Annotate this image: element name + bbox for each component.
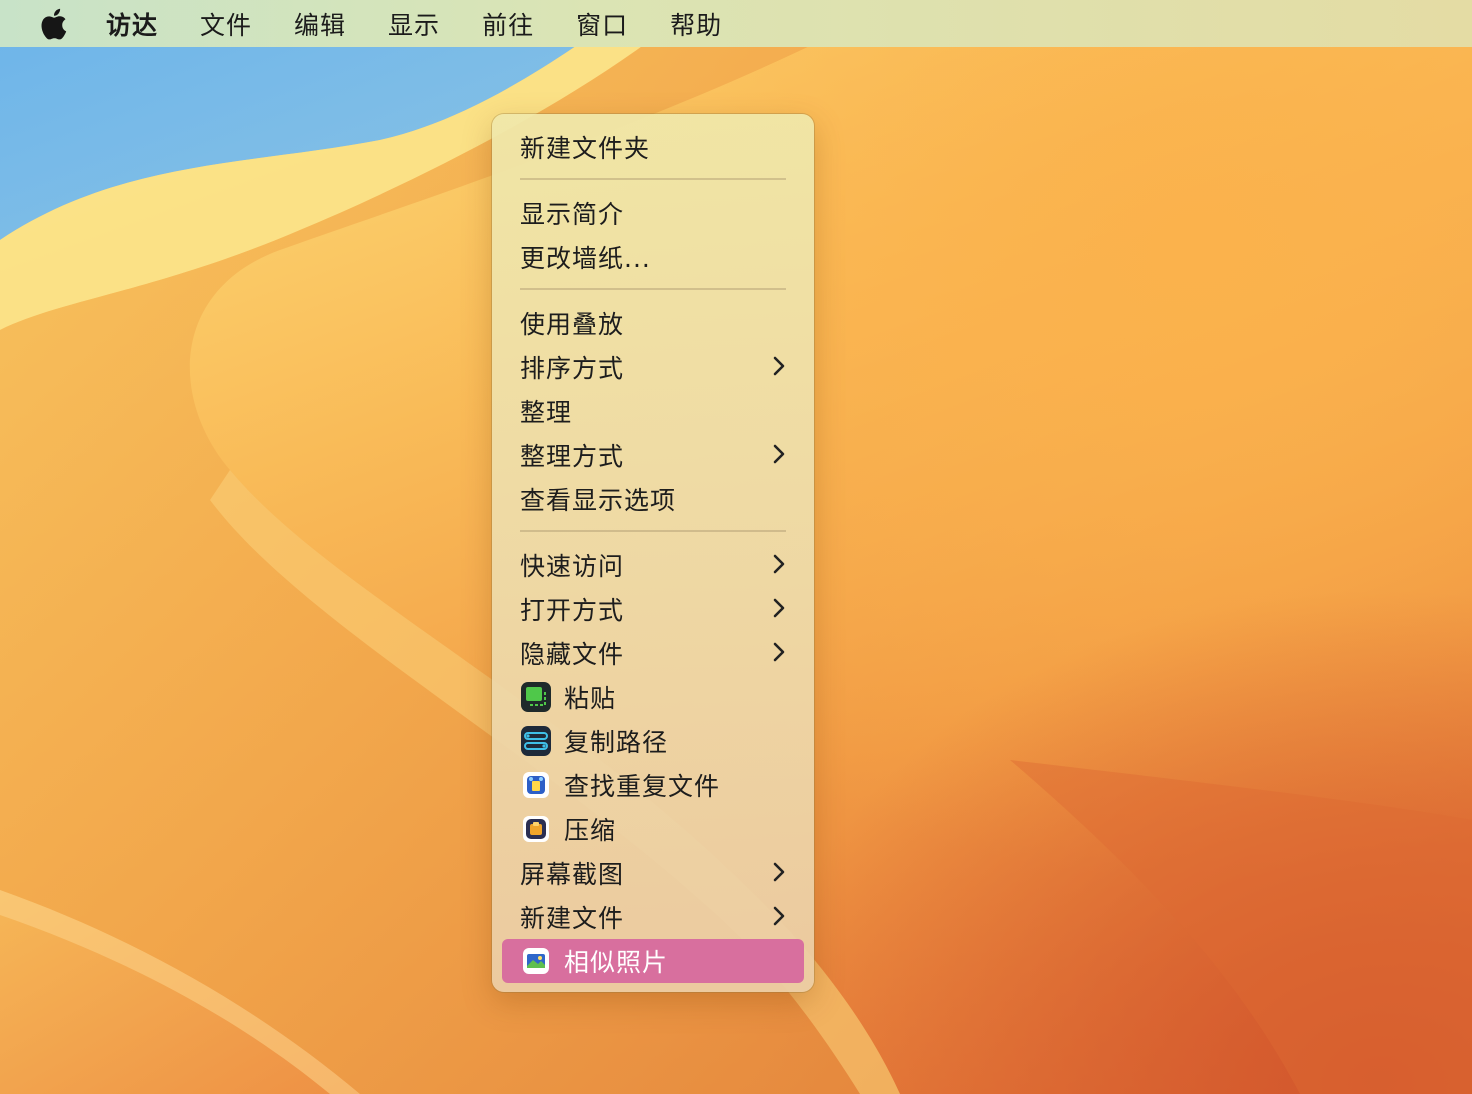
menu-item-open-with[interactable]: 打开方式 bbox=[502, 587, 804, 631]
menu-item-quick-access[interactable]: 快速访问 bbox=[502, 543, 804, 587]
menubar-item-go[interactable]: 前往 bbox=[482, 6, 534, 42]
chevron-right-icon bbox=[773, 862, 785, 882]
chevron-right-icon bbox=[773, 444, 785, 464]
menu-item-label: 使用叠放 bbox=[520, 310, 625, 339]
menubar-item-window[interactable]: 窗口 bbox=[576, 6, 628, 42]
menu-item-label: 更改墙纸... bbox=[520, 244, 651, 273]
chevron-right-icon bbox=[773, 356, 785, 376]
menu-item-label: 查找重复文件 bbox=[564, 772, 721, 801]
menu-separator bbox=[520, 530, 786, 532]
menu-item-label: 压缩 bbox=[564, 816, 617, 845]
menu-item-clean-up[interactable]: 整理 bbox=[502, 389, 804, 433]
menu-item-label: 整理方式 bbox=[520, 442, 625, 471]
menu-item-label: 查看显示选项 bbox=[520, 486, 677, 515]
menu-item-label: 相似照片 bbox=[564, 948, 669, 977]
menu-item-hidden-files[interactable]: 隐藏文件 bbox=[502, 631, 804, 675]
menu-item-change-wallpaper[interactable]: 更改墙纸... bbox=[502, 235, 804, 279]
menu-item-label: 整理 bbox=[520, 398, 573, 427]
paste-app-icon bbox=[521, 682, 551, 712]
menu-item-use-stacks[interactable]: 使用叠放 bbox=[502, 301, 804, 345]
menu-item-new-folder[interactable]: 新建文件夹 bbox=[502, 125, 804, 169]
menu-item-label: 新建文件 bbox=[520, 904, 625, 933]
menu-item-show-view-options[interactable]: 查看显示选项 bbox=[502, 477, 804, 521]
menu-item-label: 复制路径 bbox=[564, 728, 669, 757]
menubar-item-finder[interactable]: 访达 bbox=[106, 6, 158, 42]
menu-item-screenshot[interactable]: 屏幕截图 bbox=[502, 851, 804, 895]
menubar-item-view[interactable]: 显示 bbox=[388, 6, 440, 42]
similar-photos-app-icon bbox=[523, 948, 549, 974]
menu-bar: 访达 文件 编辑 显示 前往 窗口 帮助 bbox=[0, 0, 1472, 47]
menu-item-find-duplicates[interactable]: 查找重复文件 bbox=[502, 763, 804, 807]
chevron-right-icon bbox=[773, 554, 785, 574]
menu-item-label: 新建文件夹 bbox=[520, 134, 651, 163]
menubar-item-file[interactable]: 文件 bbox=[200, 6, 252, 42]
menu-item-label: 快速访问 bbox=[520, 552, 625, 581]
menu-item-label: 粘贴 bbox=[564, 684, 617, 713]
menu-item-copy-path[interactable]: 复制路径 bbox=[502, 719, 804, 763]
chevron-right-icon bbox=[773, 598, 785, 618]
copy-path-app-icon bbox=[521, 726, 551, 756]
apple-logo-icon[interactable] bbox=[38, 7, 68, 41]
duplicate-finder-app-icon bbox=[523, 772, 549, 798]
menubar-item-edit[interactable]: 编辑 bbox=[294, 6, 346, 42]
menu-item-compress[interactable]: 压缩 bbox=[502, 807, 804, 851]
menu-item-new-file[interactable]: 新建文件 bbox=[502, 895, 804, 939]
menu-item-label: 隐藏文件 bbox=[520, 640, 625, 669]
desktop-context-menu: 新建文件夹 显示简介 更改墙纸... 使用叠放 排序方式 整理 整理方式 查看显… bbox=[492, 114, 814, 992]
menu-item-get-info[interactable]: 显示简介 bbox=[502, 191, 804, 235]
chevron-right-icon bbox=[773, 642, 785, 662]
menu-item-label: 打开方式 bbox=[520, 596, 625, 625]
menu-item-clean-up-by[interactable]: 整理方式 bbox=[502, 433, 804, 477]
menubar-item-help[interactable]: 帮助 bbox=[670, 6, 722, 42]
menu-item-label: 显示简介 bbox=[520, 200, 625, 229]
archive-app-icon bbox=[523, 816, 549, 842]
menu-separator bbox=[520, 178, 786, 180]
menu-item-paste[interactable]: 粘贴 bbox=[502, 675, 804, 719]
menu-item-sort-by[interactable]: 排序方式 bbox=[502, 345, 804, 389]
chevron-right-icon bbox=[773, 906, 785, 926]
menu-item-similar-photos[interactable]: 相似照片 bbox=[502, 939, 804, 983]
menu-item-label: 排序方式 bbox=[520, 354, 625, 383]
menu-separator bbox=[520, 288, 786, 290]
menu-item-label: 屏幕截图 bbox=[520, 860, 625, 889]
